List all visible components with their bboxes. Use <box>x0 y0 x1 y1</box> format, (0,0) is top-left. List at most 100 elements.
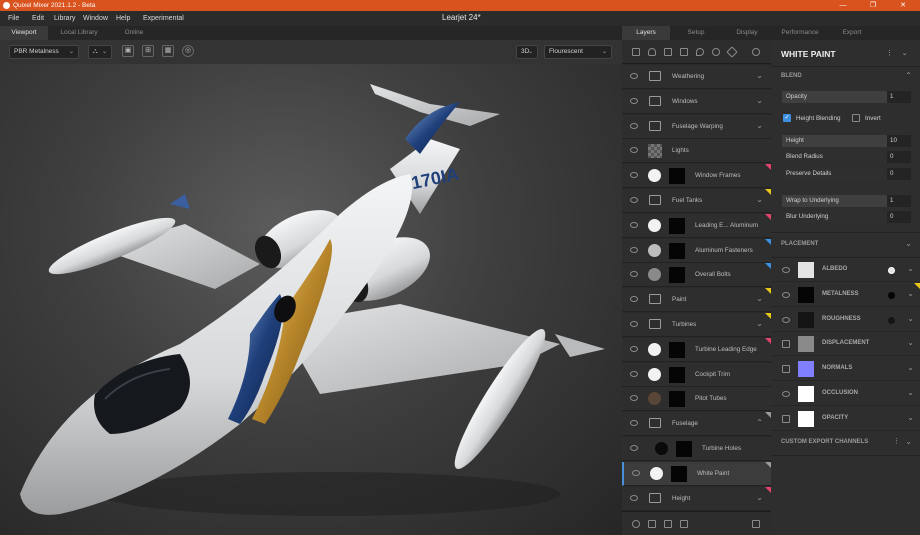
eye-icon[interactable] <box>630 122 638 129</box>
eye-icon[interactable] <box>630 345 638 352</box>
chevron-down-icon[interactable]: ⌄ <box>756 195 763 204</box>
eye-icon[interactable] <box>630 321 638 327</box>
opacity-field[interactable]: Opacity <box>782 91 887 103</box>
chevron-down-icon[interactable]: ⌄ <box>907 289 914 298</box>
channel-row-displacement[interactable]: DISPLACEMENT ⌄ <box>771 332 920 357</box>
layer-color-swatch[interactable] <box>648 342 661 356</box>
placement-section-header[interactable]: PLACEMENT ⌄ <box>771 238 920 252</box>
grid-3x3-button[interactable]: ▦ <box>162 45 174 57</box>
chevron-down-icon[interactable]: ⌄ <box>756 493 763 502</box>
mask-icon[interactable] <box>712 48 720 56</box>
menu-edit[interactable]: Edit <box>32 14 44 23</box>
layer-row[interactable]: Paint ⌄ <box>622 288 771 313</box>
layer-color-swatch[interactable] <box>648 243 661 257</box>
menu-library[interactable]: Library <box>54 14 75 23</box>
chevron-down-icon[interactable]: ⌄ <box>907 413 914 422</box>
stack-icon[interactable] <box>752 48 760 56</box>
layer-mask-thumbnail[interactable] <box>669 341 685 358</box>
custom-export-section-header[interactable]: CUSTOM EXPORT CHANNELS ⋮ ⌄ <box>771 436 920 450</box>
chevron-down-icon[interactable]: ⌄ <box>907 338 914 347</box>
eye-icon[interactable] <box>632 469 640 476</box>
invert-checkbox[interactable] <box>852 114 860 122</box>
focus-button[interactable]: ◎ <box>182 45 194 57</box>
chevron-up-icon[interactable]: ⌃ <box>756 418 763 427</box>
chevron-down-icon[interactable]: ⌄ <box>907 264 914 273</box>
layer-row[interactable]: Turbines ⌄ <box>622 313 771 337</box>
layer-color-swatch[interactable] <box>648 367 661 381</box>
channel-swatch[interactable] <box>798 286 814 303</box>
eye-icon[interactable] <box>630 147 638 154</box>
eye-icon[interactable] <box>782 267 790 273</box>
layer-color-swatch[interactable] <box>648 268 661 282</box>
fill-layer-icon[interactable] <box>664 48 672 56</box>
layer-mask-thumbnail[interactable] <box>669 391 685 408</box>
layer-mask-thumbnail[interactable] <box>669 267 685 284</box>
layer-row[interactable]: Turbine Holes <box>622 437 771 461</box>
eye-icon[interactable] <box>630 494 638 501</box>
minimize-button[interactable]: — <box>832 0 854 11</box>
lighting-dropdown[interactable]: Flourescent ⌄ <box>544 45 612 59</box>
mask-add-icon[interactable] <box>632 520 640 528</box>
duplicate-icon[interactable] <box>664 520 672 528</box>
eye-icon[interactable] <box>782 391 790 397</box>
layer-row[interactable]: Windows ⌄ <box>622 89 771 114</box>
layer-mask-thumbnail[interactable] <box>669 217 685 234</box>
layer-row[interactable]: Leading E... Aluminum <box>622 213 771 238</box>
layer-color-swatch[interactable] <box>650 466 663 480</box>
tab-viewport[interactable]: Viewport <box>0 26 48 40</box>
preserve-details-value[interactable]: 0 <box>887 168 911 180</box>
color-dot[interactable] <box>888 291 895 299</box>
chevron-down-icon[interactable]: ⌄ <box>901 50 908 57</box>
color-dot[interactable] <box>888 316 895 324</box>
new-folder-icon[interactable] <box>680 520 688 528</box>
layer-color-swatch[interactable] <box>648 169 661 183</box>
3d-viewport[interactable]: N170IA <box>0 64 622 535</box>
eye-icon[interactable] <box>630 420 638 427</box>
close-button[interactable]: ✕ <box>892 0 914 11</box>
layer-row[interactable]: Pitot Tubes <box>622 387 771 412</box>
chevron-down-icon[interactable]: ⌄ <box>756 121 763 130</box>
layer-mask-thumbnail[interactable] <box>671 465 687 482</box>
chevron-down-icon[interactable]: ⌄ <box>756 294 763 303</box>
add-layer-icon[interactable] <box>632 48 640 56</box>
layer-row[interactable]: Height ⌄ <box>622 486 771 511</box>
menu-help[interactable]: Help <box>116 14 130 23</box>
blend-section-header[interactable]: BLEND ⌃ <box>771 70 920 84</box>
eye-icon[interactable] <box>630 395 638 402</box>
channel-row-normals[interactable]: NORMALS ⌄ <box>771 357 920 382</box>
eye-icon[interactable] <box>630 221 638 228</box>
tab-export[interactable]: Export <box>828 26 876 40</box>
tab-online[interactable]: Online <box>110 26 158 40</box>
maximize-button[interactable]: ❐ <box>862 0 884 11</box>
layer-color-swatch[interactable] <box>648 392 661 406</box>
menu-window[interactable]: Window <box>83 14 108 23</box>
height-value[interactable]: 10 <box>887 135 911 147</box>
grid-2x2-button[interactable]: ⊞ <box>142 45 154 57</box>
channel-row-metalness[interactable]: METALNESS ⌄ <box>771 282 920 307</box>
channel-row-opacity[interactable]: OPACITY ⌄ <box>771 407 920 431</box>
channel-row-occlusion[interactable]: OCCLUSION ⌄ <box>771 382 920 406</box>
eye-icon[interactable] <box>630 246 638 253</box>
tab-local-library[interactable]: Local Library <box>48 26 110 40</box>
layer-row[interactable]: Cockpit Trim <box>622 362 771 387</box>
chevron-down-icon[interactable]: ⌄ <box>756 96 763 105</box>
eye-icon[interactable] <box>782 291 790 298</box>
trash-icon[interactable] <box>752 520 760 528</box>
chevron-down-icon[interactable]: ⌄ <box>907 363 914 372</box>
wrap-underlying-field[interactable]: Wrap to Underlying <box>782 195 887 207</box>
menu-file[interactable]: File <box>8 14 19 23</box>
chevron-down-icon[interactable]: ⌄ <box>907 388 914 397</box>
preserve-details-field[interactable]: Preserve Details <box>782 168 887 180</box>
layer-row[interactable]: Overall Bolts <box>622 263 771 288</box>
blur-underlying-value[interactable]: 0 <box>887 211 911 223</box>
eye-icon[interactable] <box>630 296 638 303</box>
eye-icon[interactable] <box>630 73 638 79</box>
view-mode-dropdown[interactable]: 3D ⌄ <box>516 45 538 59</box>
solid-layer-icon[interactable] <box>680 48 688 56</box>
layer-row[interactable]: Lights <box>622 139 771 164</box>
more-options-icon[interactable]: ⋮ <box>893 437 900 445</box>
wrap-underlying-value[interactable]: 1 <box>887 195 911 207</box>
checkbox[interactable] <box>782 340 790 349</box>
chevron-down-icon[interactable]: ⌄ <box>756 319 763 328</box>
height-field[interactable]: Height <box>782 135 887 147</box>
